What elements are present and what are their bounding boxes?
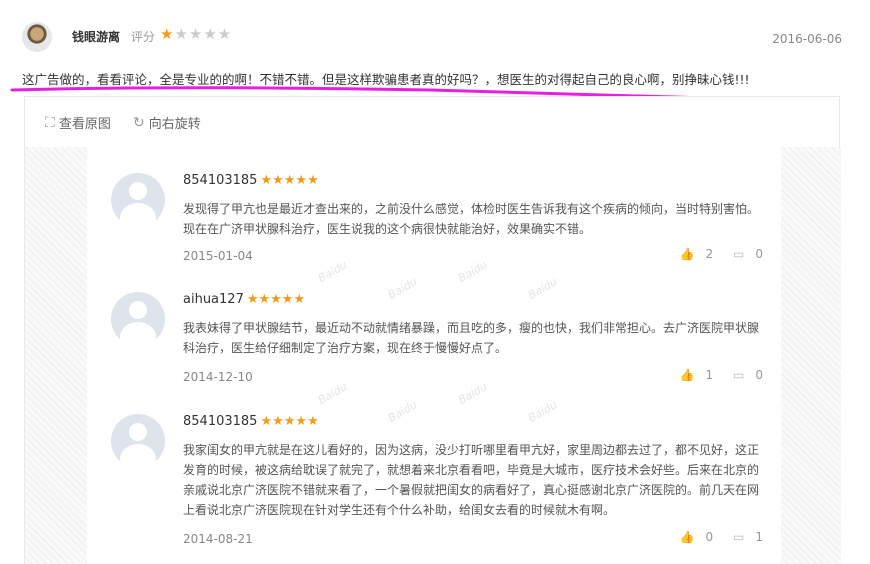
comment-text: 我家闺女的甲亢就是在这儿看好的，因为这病，没少打听哪里看甲亢好，家里周边都去过了…	[183, 443, 760, 517]
review-header: 钱眼游离 评分 ★★★★★ 2016-06-06	[20, 20, 850, 52]
commenter-name: 854103185 ★★★★★	[183, 414, 319, 429]
comment-stars: ★★★★★	[260, 173, 319, 188]
reply-button[interactable]: ▭ 0	[725, 368, 763, 382]
reviewer-username[interactable]: 钱眼游离	[72, 28, 120, 45]
reply-button[interactable]: ▭ 1	[725, 530, 763, 544]
like-button[interactable]: 👍 0	[672, 530, 714, 544]
commenter-name: 854103185 ★★★★★	[183, 173, 319, 188]
comment-date: 2014-12-10	[183, 370, 253, 384]
image-toolbar: ⛶ 查看原图 ↻ 向右旋转	[45, 113, 219, 133]
commenter-avatar[interactable]	[111, 414, 165, 468]
comment-icon: ▭	[733, 247, 745, 261]
expand-icon: ⛶	[45, 114, 55, 131]
like-button[interactable]: 👍 2	[672, 247, 714, 261]
comment-text: 我表妹得了甲状腺结节，最近动不动就情绪暴躁，而且吃的多，瘦的也快，我们非常担心。…	[183, 321, 760, 355]
commenter-avatar[interactable]	[111, 292, 165, 346]
comment-stars: ★★★★★	[260, 414, 319, 429]
star-empty-icon: ★★★★	[174, 25, 233, 43]
rotate-right-button[interactable]: ↻ 向右旋转	[132, 113, 201, 133]
star-filled-icon: ★	[160, 25, 175, 43]
rating-stars: ★★★★★	[160, 25, 232, 43]
comment-stars: ★★★★★	[246, 292, 306, 307]
thumbs-up-icon: 👍	[679, 247, 695, 261]
comment-item: 854103185 ★★★★★ 发现得了甲亢也是最近才查出来的，之前没什么感觉，体…	[111, 173, 763, 273]
review-photo[interactable]: Baidu Baidu Baidu Baidu Baidu Baidu Baid…	[25, 147, 841, 564]
comment-date: 2014-08-21	[183, 532, 253, 546]
commenter-name: aihua127 ★★★★★	[183, 292, 306, 307]
review-text: 这广告做的，看看评论，全是专业的的啊！不错不错。但是这样欺骗患者真的好吗？，想医…	[22, 72, 750, 87]
reply-button[interactable]: ▭ 0	[725, 247, 763, 261]
rotate-right-icon: ↻	[132, 114, 145, 131]
reviewer-avatar[interactable]	[22, 22, 52, 52]
rating-label: 评分	[131, 30, 156, 44]
like-button[interactable]: 👍 1	[672, 368, 714, 382]
comment-item: 854103185 ★★★★★ 我家闺女的甲亢就是在这儿看好的，因为这病，没少打听…	[111, 414, 763, 564]
comment-actions: 👍 2 ▭ 0	[664, 247, 763, 261]
comment-actions: 👍 1 ▭ 0	[664, 368, 763, 382]
photo-content: Baidu Baidu Baidu Baidu Baidu Baidu Baid…	[87, 147, 781, 564]
comment-icon: ▭	[733, 530, 745, 544]
comment-icon: ▭	[733, 368, 745, 382]
comment-item: aihua127 ★★★★★ 我表妹得了甲状腺结节，最近动不动就情绪暴躁，而且吃的…	[111, 292, 763, 392]
comment-date: 2015-01-04	[183, 249, 253, 263]
image-viewer: ⛶ 查看原图 ↻ 向右旋转 Baidu Baidu Baidu Baidu Ba…	[24, 96, 841, 564]
thumbs-up-icon: 👍	[679, 530, 695, 544]
photo-margin-right	[781, 147, 841, 564]
photo-margin-left	[25, 147, 87, 564]
commenter-avatar[interactable]	[111, 173, 165, 227]
comment-text: 发现得了甲亢也是最近才查出来的，之前没什么感觉，体检时医生告诉我有这个疾病的倾向…	[183, 202, 760, 236]
review-date: 2016-06-06	[772, 32, 842, 46]
comment-actions: 👍 0 ▭ 1	[664, 530, 763, 544]
view-original-button[interactable]: ⛶ 查看原图	[45, 113, 111, 133]
thumbs-up-icon: 👍	[679, 368, 695, 382]
